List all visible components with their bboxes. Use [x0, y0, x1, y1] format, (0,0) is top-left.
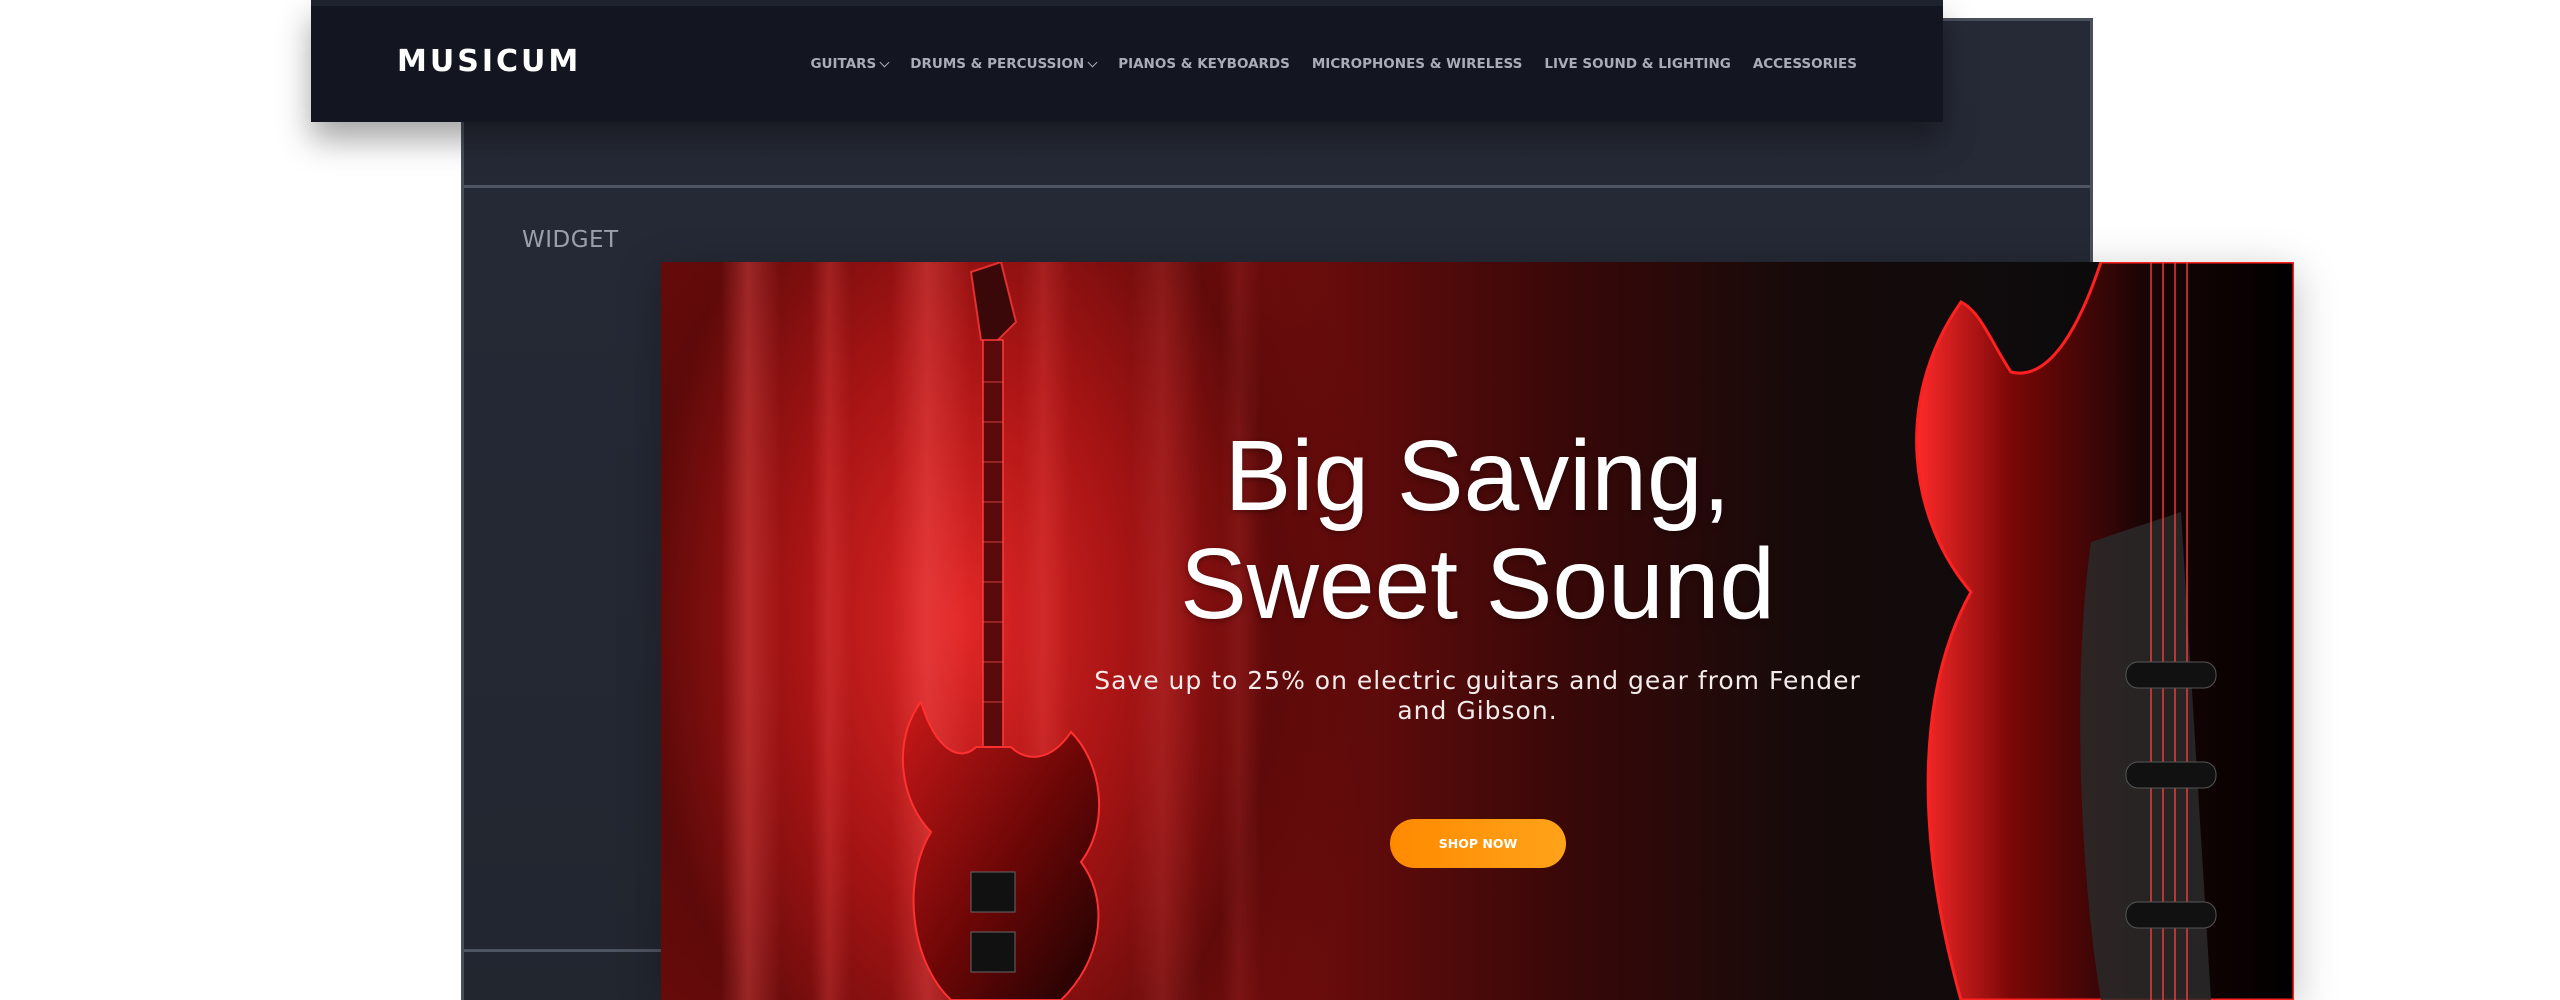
nav-item-label: ACCESSORIES [1752, 56, 1857, 72]
hero-subtitle-text: Save up to 25% on electric guitars and g… [1094, 666, 1861, 725]
nav-item-label: PIANOS & KEYBOARDS [1118, 56, 1290, 72]
nav-item-accessories[interactable]: ACCESSORIES [1753, 56, 1857, 72]
widget-label: WIDGET [522, 227, 619, 253]
nav-item-label: GUITARS [810, 56, 877, 72]
nav-item-label: MICROPHONES & WIRELESS [1311, 56, 1523, 72]
hero-title: Big Saving, Sweet Sound [661, 422, 2294, 638]
chevron-down-icon [1087, 57, 1098, 67]
hero-subtitle: Save up to 25% on electric guitars and g… [661, 666, 2294, 726]
screenshot-stage: WIDGET MUSICUM GUITARS DRUMS & PERCUSSIO… [0, 0, 2560, 1000]
nav-item-drums-percussion[interactable]: DRUMS & PERCUSSION [910, 56, 1098, 72]
main-nav: GUITARS DRUMS & PERCUSSION PIANOS & KEYB… [810, 56, 1857, 72]
nav-item-label: LIVE SOUND & LIGHTING [1544, 56, 1731, 72]
site-logo[interactable]: MUSICUM [397, 44, 581, 79]
hero-banner: Big Saving, Sweet Sound Save up to 25% o… [661, 262, 2294, 1000]
shop-now-button[interactable]: SHOP NOW [1390, 819, 1566, 868]
nav-item-live-sound-lighting[interactable]: LIVE SOUND & LIGHTING [1544, 56, 1730, 72]
panel-divider-top [464, 185, 2090, 188]
nav-item-label: DRUMS & PERCUSSION [910, 56, 1085, 72]
hero-title-line-2: Sweet Sound [1180, 528, 1775, 640]
site-header: MUSICUM GUITARS DRUMS & PERCUSSION PIANO… [311, 0, 1943, 122]
nav-item-pianos-keyboards[interactable]: PIANOS & KEYBOARDS [1118, 56, 1290, 72]
hero-title-line-1: Big Saving, [1224, 420, 1731, 532]
nav-item-microphones-wireless[interactable]: MICROPHONES & WIRELESS [1312, 56, 1523, 72]
nav-item-guitars[interactable]: GUITARS [810, 56, 890, 72]
chevron-down-icon [879, 57, 890, 67]
